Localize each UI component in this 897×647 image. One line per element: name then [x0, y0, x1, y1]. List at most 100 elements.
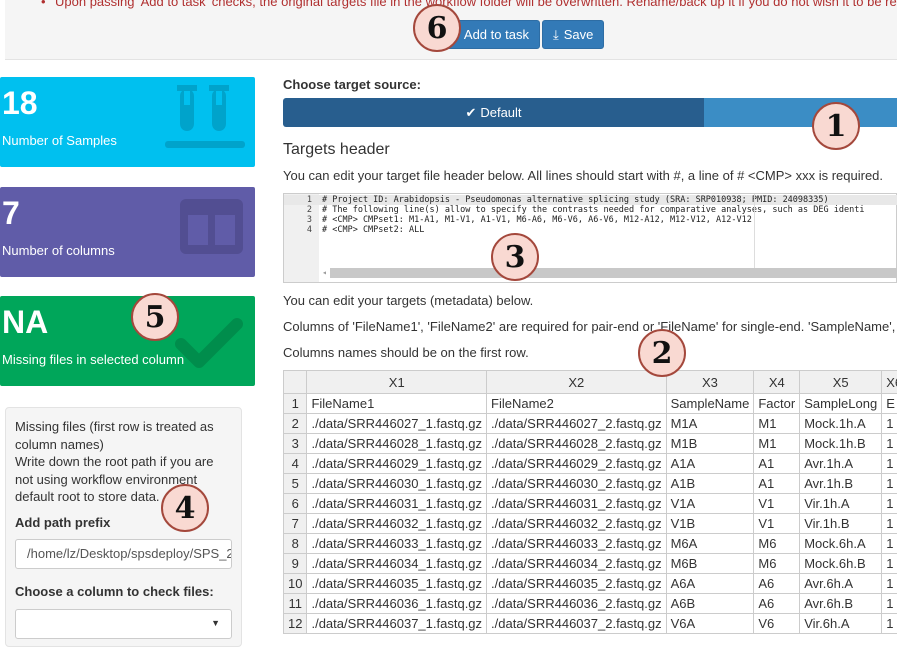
table-cell[interactable]: ./data/SRR446031_1.fastq.gz [307, 494, 487, 514]
save-button[interactable]: ⤓Save [542, 20, 604, 49]
row-number[interactable]: 9 [284, 554, 307, 574]
table-cell[interactable]: A1 [754, 454, 800, 474]
table-cell[interactable]: Avr.6h.A [800, 574, 882, 594]
table-cell[interactable]: Vir.1h.A [800, 494, 882, 514]
table-cell[interactable]: ./data/SRR446035_2.fastq.gz [487, 574, 667, 594]
table-cell[interactable]: ./data/SRR446034_1.fastq.gz [307, 554, 487, 574]
table-cell[interactable]: ./data/SRR446037_1.fastq.gz [307, 614, 487, 634]
table-cell[interactable]: E [882, 394, 897, 414]
table-cell[interactable]: M1B [666, 434, 754, 454]
column-select[interactable]: ▼ [15, 609, 232, 639]
row-number[interactable]: 1 [284, 394, 307, 414]
column-header[interactable]: X2 [487, 371, 667, 394]
table-cell[interactable]: M6A [666, 534, 754, 554]
row-number[interactable]: 11 [284, 594, 307, 614]
table-cell[interactable]: 1 [882, 434, 897, 454]
table-cell[interactable]: M1 [754, 414, 800, 434]
table-cell[interactable]: A6B [666, 594, 754, 614]
table-cell[interactable]: M6B [666, 554, 754, 574]
table-cell[interactable]: A6 [754, 574, 800, 594]
table-cell[interactable]: SampleLong [800, 394, 882, 414]
table-cell[interactable]: M6 [754, 554, 800, 574]
table-cell[interactable]: 1 [882, 454, 897, 474]
column-header[interactable]: X1 [307, 371, 487, 394]
table-cell[interactable]: M1 [754, 434, 800, 454]
table-cell[interactable]: ./data/SRR446030_2.fastq.gz [487, 474, 667, 494]
table-cell[interactable]: 1 [882, 414, 897, 434]
table-cell[interactable]: A6 [754, 594, 800, 614]
table-cell[interactable]: A1 [754, 474, 800, 494]
table-cell[interactable]: A6A [666, 574, 754, 594]
table-cell[interactable]: FileName1 [307, 394, 487, 414]
column-header[interactable]: X3 [666, 371, 754, 394]
column-header[interactable]: X5 [800, 371, 882, 394]
table-cell[interactable]: ./data/SRR446032_1.fastq.gz [307, 514, 487, 534]
row-number[interactable]: 2 [284, 414, 307, 434]
column-header[interactable] [284, 371, 307, 394]
row-number[interactable]: 12 [284, 614, 307, 634]
table-cell[interactable]: A1A [666, 454, 754, 474]
table-cell[interactable]: ./data/SRR446028_2.fastq.gz [487, 434, 667, 454]
table-cell[interactable]: Mock.6h.A [800, 534, 882, 554]
table-cell[interactable]: ./data/SRR446036_1.fastq.gz [307, 594, 487, 614]
table-cell[interactable]: ./data/SRR446034_2.fastq.gz [487, 554, 667, 574]
table-cell[interactable]: V1 [754, 514, 800, 534]
table-cell[interactable]: V6 [754, 614, 800, 634]
table-cell[interactable]: ./data/SRR446037_2.fastq.gz [487, 614, 667, 634]
table-cell[interactable]: Mock.6h.B [800, 554, 882, 574]
targets-table[interactable]: X1X2X3X4X5X6 1FileName1FileName2SampleNa… [283, 370, 897, 634]
table-cell[interactable]: 1 [882, 554, 897, 574]
row-number[interactable]: 10 [284, 574, 307, 594]
column-header[interactable]: X4 [754, 371, 800, 394]
table-cell[interactable]: 1 [882, 474, 897, 494]
table-cell[interactable]: Mock.1h.A [800, 414, 882, 434]
row-number[interactable]: 6 [284, 494, 307, 514]
row-number[interactable]: 8 [284, 534, 307, 554]
table-cell[interactable]: Mock.1h.B [800, 434, 882, 454]
table-cell[interactable]: Vir.6h.A [800, 614, 882, 634]
table-cell[interactable]: ./data/SRR446032_2.fastq.gz [487, 514, 667, 534]
table-cell[interactable]: 1 [882, 574, 897, 594]
table-cell[interactable]: ./data/SRR446029_2.fastq.gz [487, 454, 667, 474]
table-cell[interactable]: 1 [882, 594, 897, 614]
table-cell[interactable]: V1 [754, 494, 800, 514]
table-cell[interactable]: Factor [754, 394, 800, 414]
row-number[interactable]: 5 [284, 474, 307, 494]
table-cell[interactable]: V6A [666, 614, 754, 634]
source-other-option[interactable] [704, 98, 897, 127]
table-cell[interactable]: 1 [882, 614, 897, 634]
column-header[interactable]: X6 [882, 371, 897, 394]
table-cell[interactable]: A1B [666, 474, 754, 494]
table-cell[interactable]: 1 [882, 514, 897, 534]
source-default-option[interactable]: ✔Default [283, 98, 704, 127]
row-number[interactable]: 4 [284, 454, 307, 474]
table-cell[interactable]: ./data/SRR446027_2.fastq.gz [487, 414, 667, 434]
table-cell[interactable]: V1A [666, 494, 754, 514]
table-cell[interactable]: ./data/SRR446028_1.fastq.gz [307, 434, 487, 454]
table-cell[interactable]: ./data/SRR446033_1.fastq.gz [307, 534, 487, 554]
table-cell[interactable]: ./data/SRR446030_1.fastq.gz [307, 474, 487, 494]
table-cell[interactable]: SampleName [666, 394, 754, 414]
table-cell[interactable]: 1 [882, 494, 897, 514]
path-prefix-input[interactable]: /home/lz/Desktop/spsdeploy/SPS_2 [15, 539, 232, 569]
table-cell[interactable]: ./data/SRR446033_2.fastq.gz [487, 534, 667, 554]
missing-files-value-box: NA Missing files in selected column [0, 296, 255, 386]
table-cell[interactable]: ./data/SRR446029_1.fastq.gz [307, 454, 487, 474]
row-number[interactable]: 3 [284, 434, 307, 454]
table-cell[interactable]: Avr.1h.A [800, 454, 882, 474]
editor-horizontal-scrollbar[interactable] [330, 268, 897, 278]
row-number[interactable]: 7 [284, 514, 307, 534]
table-cell[interactable]: Vir.1h.B [800, 514, 882, 534]
table-cell[interactable]: Avr.1h.B [800, 474, 882, 494]
table-cell[interactable]: ./data/SRR446035_1.fastq.gz [307, 574, 487, 594]
scroll-left-icon[interactable]: ◂ [322, 268, 327, 277]
table-cell[interactable]: 1 [882, 534, 897, 554]
table-cell[interactable]: Avr.6h.B [800, 594, 882, 614]
table-cell[interactable]: ./data/SRR446027_1.fastq.gz [307, 414, 487, 434]
table-cell[interactable]: V1B [666, 514, 754, 534]
table-cell[interactable]: FileName2 [487, 394, 667, 414]
table-cell[interactable]: ./data/SRR446031_2.fastq.gz [487, 494, 667, 514]
table-cell[interactable]: M6 [754, 534, 800, 554]
table-cell[interactable]: M1A [666, 414, 754, 434]
table-cell[interactable]: ./data/SRR446036_2.fastq.gz [487, 594, 667, 614]
